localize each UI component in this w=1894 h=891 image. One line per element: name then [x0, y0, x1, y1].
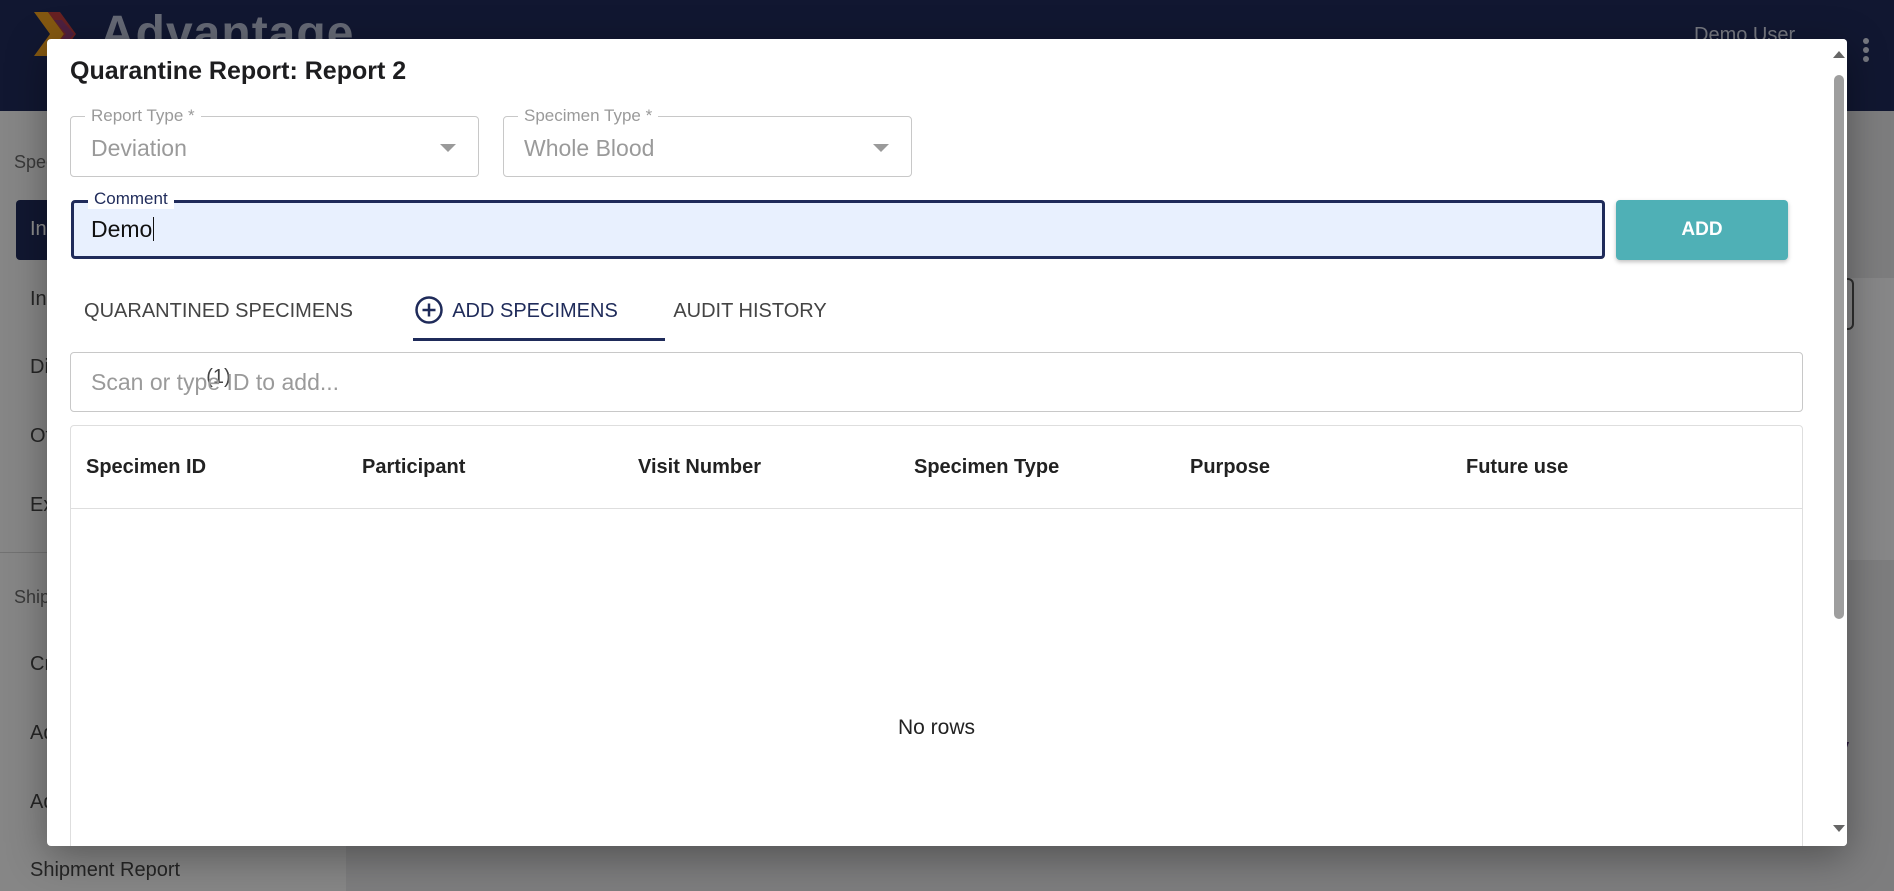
tab-add-specimens-label: ADD SPECIMENS	[452, 300, 618, 322]
table-header: Specimen ID Participant Visit Number Spe…	[71, 426, 1802, 509]
tab-quarantined-specimens[interactable]: QUARANTINED SPECIMENS (1)	[71, 278, 366, 388]
specimen-type-value: Whole Blood	[524, 135, 655, 161]
column-header-specimen-type[interactable]: Specimen Type	[914, 426, 1059, 509]
scrollbar-thumb[interactable]	[1834, 75, 1844, 619]
tab-add-specimens[interactable]: ADD SPECIMENS	[390, 278, 642, 344]
comment-label: Comment	[88, 189, 174, 209]
comment-field[interactable]: Comment Demo	[71, 189, 1605, 259]
add-comment-button[interactable]: ADD	[1616, 200, 1788, 260]
column-header-specimen-id[interactable]: Specimen ID	[86, 426, 206, 509]
text-cursor	[153, 217, 155, 241]
empty-table-message: No rows	[897, 716, 976, 739]
tab-audit-history[interactable]: AUDIT HISTORY	[662, 278, 838, 344]
specimen-type-label: Specimen Type *	[518, 106, 659, 126]
report-type-label: Report Type *	[85, 106, 201, 126]
scroll-down-icon[interactable]	[1833, 825, 1845, 832]
plus-circle-icon	[415, 295, 443, 324]
scroll-up-icon[interactable]	[1833, 51, 1845, 58]
chevron-down-icon	[440, 144, 456, 152]
column-header-purpose[interactable]: Purpose	[1190, 426, 1270, 509]
quarantine-report-dialog: Quarantine Report: Report 2 Report Type …	[47, 39, 1847, 846]
column-header-future-use[interactable]: Future use	[1466, 426, 1568, 509]
scan-input[interactable]	[72, 354, 1801, 410]
active-tab-indicator	[413, 338, 665, 341]
column-header-participant[interactable]: Participant	[362, 426, 465, 509]
dialog-title: Quarantine Report: Report 2	[70, 57, 407, 85]
comment-value-wrap: Demo	[91, 216, 155, 243]
specimen-type-select[interactable]: Specimen Type * Whole Blood	[503, 106, 912, 177]
report-type-value: Deviation	[91, 135, 187, 161]
specimens-table: Specimen ID Participant Visit Number Spe…	[70, 425, 1803, 846]
dialog-scrollbar[interactable]	[1830, 39, 1847, 846]
scan-field[interactable]	[70, 352, 1803, 412]
column-header-visit-number[interactable]: Visit Number	[638, 426, 761, 509]
tab-bar: QUARANTINED SPECIMENS (1) ADD SPECIMENS …	[71, 278, 871, 388]
report-type-select[interactable]: Report Type * Deviation	[70, 106, 479, 177]
comment-value: Demo	[91, 216, 153, 242]
chevron-down-icon	[873, 144, 889, 152]
